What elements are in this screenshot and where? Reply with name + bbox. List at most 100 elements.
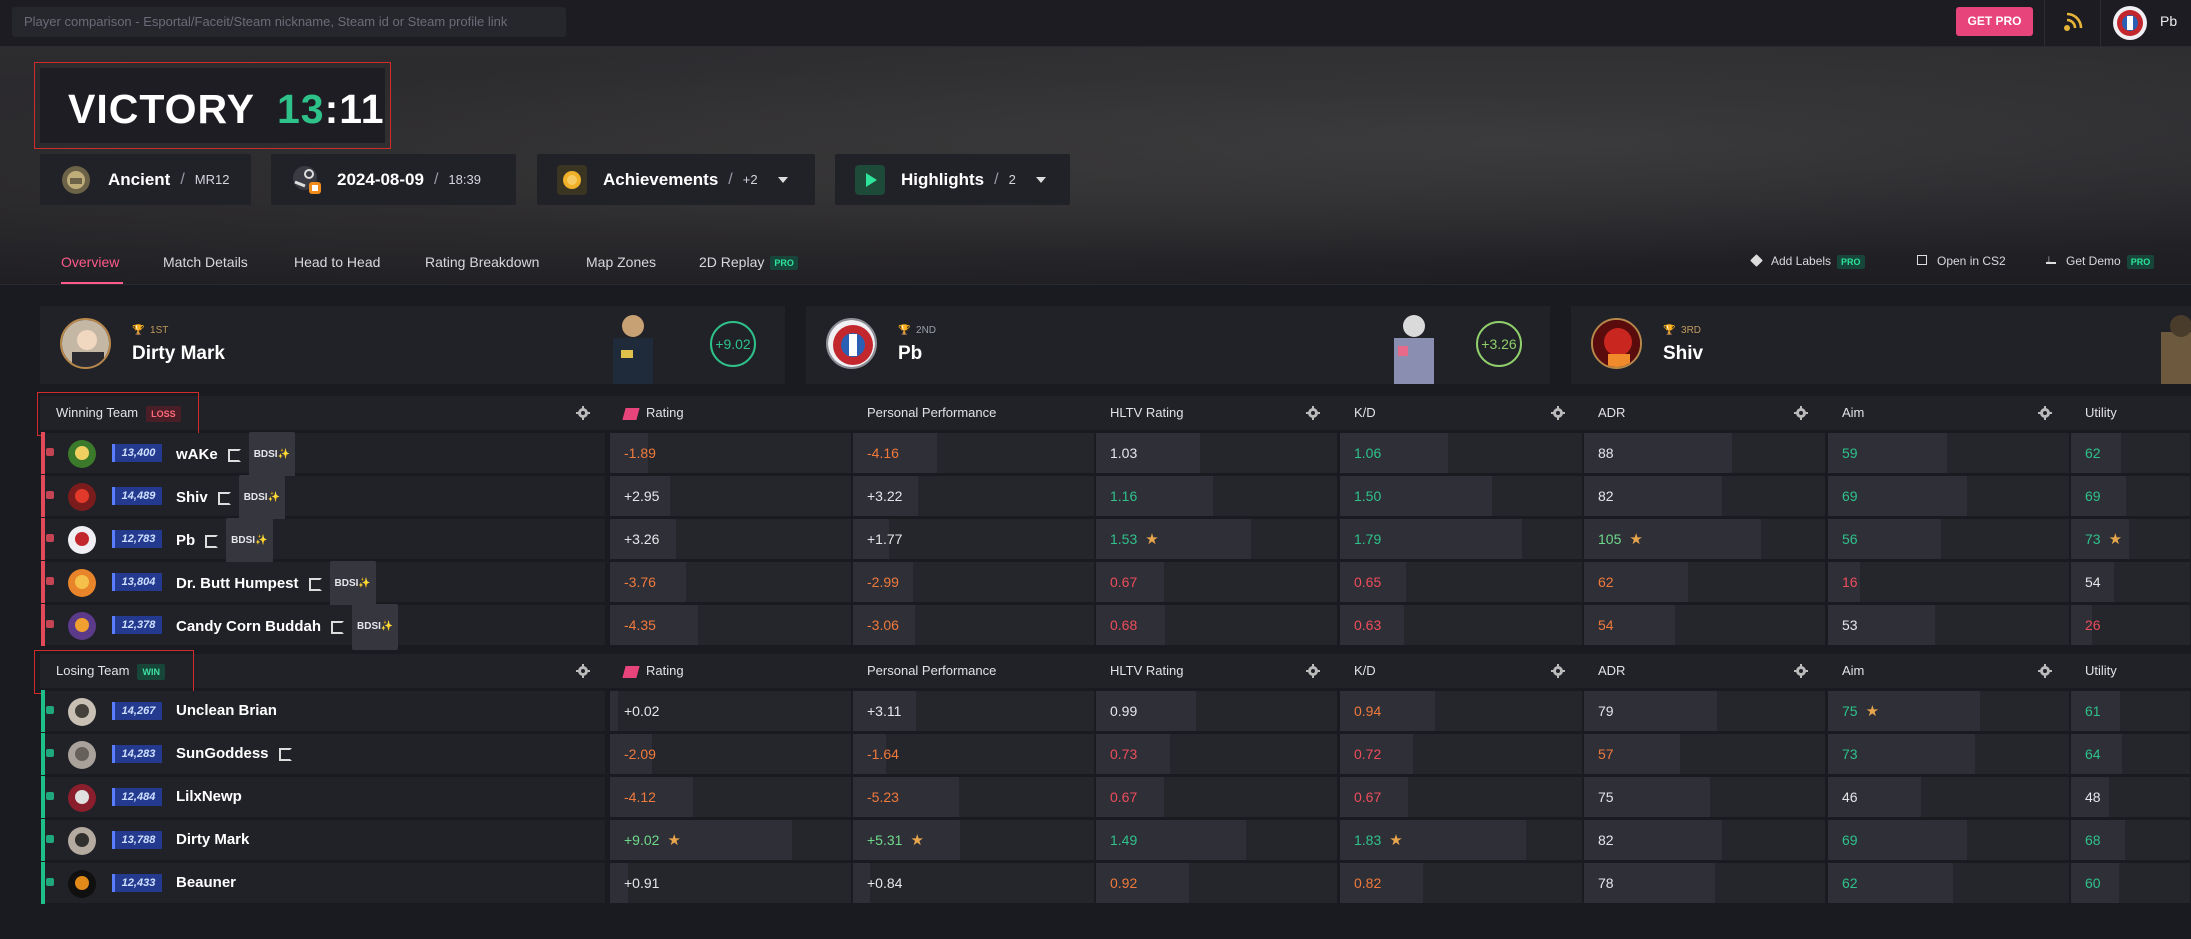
column-header-adr[interactable]: ADR: [1598, 396, 1625, 430]
player-name[interactable]: Candy Corn Buddah BDSI✨: [176, 604, 399, 650]
column-header-adr[interactable]: ADR: [1598, 654, 1625, 688]
player-row[interactable]: 14,283 SunGoddess -2.09 -1.64 0.73 0.72 57 73 64: [0, 733, 2191, 775]
gear-icon[interactable]: [576, 664, 590, 678]
add-labels-button[interactable]: Add Labels PRO: [1750, 254, 1865, 269]
get-pro-button[interactable]: GET PRO: [1956, 7, 2033, 36]
live-broadcast-icon[interactable]: [2060, 11, 2086, 35]
player-avatar[interactable]: [68, 612, 96, 640]
tab-overview[interactable]: Overview: [61, 254, 119, 270]
tab-head-to-head[interactable]: Head to Head: [294, 254, 380, 270]
player-avatar[interactable]: [68, 827, 96, 855]
user-name[interactable]: Pb: [2160, 13, 2177, 29]
tab-match-details[interactable]: Match Details: [163, 254, 248, 270]
gear-icon[interactable]: [1306, 406, 1320, 420]
team-side-icon: [46, 534, 54, 542]
user-avatar[interactable]: [2113, 6, 2147, 40]
stat-value: 0.65: [1354, 561, 1381, 603]
player-row[interactable]: 12,484 LilxNewp -4.12 -5.23 0.67 0.67 75 46 48: [0, 776, 2191, 818]
gear-icon[interactable]: [1551, 406, 1565, 420]
gear-icon[interactable]: [1306, 664, 1320, 678]
player-row[interactable]: 12,783 Pb BDSI✨ +3.26 +1.77 1.53 ★ 1.79 105 ★ 56 73…: [0, 518, 2191, 564]
stat-value: -1.89: [624, 432, 656, 474]
gear-icon[interactable]: [1794, 664, 1808, 678]
star-icon: ★: [1865, 703, 1880, 720]
match-mode: MR12: [194, 172, 230, 187]
player-name-label: Dr. Butt Humpest: [176, 574, 299, 592]
highlights-dropdown[interactable]: Highlights / 2: [835, 154, 1070, 205]
tag-icon: [1750, 254, 1763, 267]
stat-value-text: +0.91: [624, 875, 660, 891]
tab-map-zones[interactable]: Map Zones: [586, 254, 656, 270]
team-header: Losing Team WIN Rating Personal Performance…: [40, 654, 2191, 688]
faceit-icon[interactable]: [217, 491, 231, 505]
column-header-hltv[interactable]: HLTV Rating: [1110, 396, 1183, 430]
top-player-card[interactable]: 🏆 3RD Shiv: [1571, 306, 2191, 384]
player-name[interactable]: Unclean Brian: [176, 690, 277, 732]
player-name[interactable]: LilxNewp: [176, 776, 242, 818]
player-avatar[interactable]: [68, 784, 96, 812]
player-row[interactable]: 14,489 Shiv BDSI✨ +2.95 +3.22 1.16 1.50 82 69 69: [0, 475, 2191, 521]
column-header-personal[interactable]: Personal Performance: [867, 654, 996, 688]
player-name[interactable]: Dirty Mark: [176, 819, 249, 861]
column-header-rating[interactable]: Rating: [622, 396, 684, 430]
player-name[interactable]: SunGoddess: [176, 733, 292, 775]
steam-icon: [293, 165, 321, 194]
player-row[interactable]: 12,378 Candy Corn Buddah BDSI✨ -4.35 -3.06 0.…: [0, 604, 2191, 650]
column-header-utility[interactable]: Utility: [2085, 396, 2117, 430]
player-avatar[interactable]: [68, 569, 96, 597]
faceit-icon[interactable]: [278, 747, 292, 761]
get-demo-button[interactable]: ↓ Get Demo PRO: [2046, 252, 2155, 269]
stat-cell-personal: +3.22: [853, 475, 1095, 517]
agent-figure-icon: [1394, 315, 1434, 384]
player-name[interactable]: Dr. Butt Humpest BDSI✨: [176, 561, 376, 607]
stat-value-text: 75: [1598, 789, 1614, 805]
column-header-aim[interactable]: Aim: [1842, 654, 1864, 688]
column-header-rating[interactable]: Rating: [622, 654, 684, 688]
gear-icon[interactable]: [576, 406, 590, 420]
player-name[interactable]: Beauner: [176, 862, 236, 904]
player-avatar[interactable]: [68, 526, 96, 554]
stat-cell-hltv: 1.53 ★: [1096, 518, 1338, 560]
tab-2d-replay[interactable]: 2D Replay PRO: [699, 254, 798, 271]
bdsi-badge: BDSI✨: [352, 604, 399, 650]
column-header-personal[interactable]: Personal Performance: [867, 396, 996, 430]
column-header-kd[interactable]: K/D: [1354, 654, 1376, 688]
faceit-icon[interactable]: [205, 534, 219, 548]
player-name[interactable]: wAKe BDSI✨: [176, 432, 296, 478]
gear-icon[interactable]: [1794, 406, 1808, 420]
player-avatar[interactable]: [68, 741, 96, 769]
player-avatar[interactable]: [68, 870, 96, 898]
stat-cell-aim: 69: [1828, 819, 2070, 861]
gear-icon[interactable]: [1551, 664, 1565, 678]
player-avatar[interactable]: [68, 483, 96, 511]
team-side-icon: [46, 620, 54, 628]
player-row[interactable]: 13,804 Dr. Butt Humpest BDSI✨ -3.76 -2.99 0.6…: [0, 561, 2191, 607]
stat-value-text: 79: [1598, 703, 1614, 719]
top-player-card[interactable]: 🏆 2ND Pb +3.26: [806, 306, 1550, 384]
faceit-icon[interactable]: [227, 448, 241, 462]
stat-value-text: 1.50: [1354, 488, 1382, 504]
player-row[interactable]: 13,400 wAKe BDSI✨ -1.89 -4.16 1.03 1.06 88 59 62: [0, 432, 2191, 478]
top-player-card[interactable]: 🏆 1ST Dirty Mark +9.02: [40, 306, 785, 384]
column-header-aim[interactable]: Aim: [1842, 396, 1864, 430]
player-avatar[interactable]: [68, 698, 96, 726]
player-avatar[interactable]: [68, 440, 96, 468]
achievements-dropdown[interactable]: Achievements / +2: [537, 154, 815, 205]
stat-value: 46: [1842, 776, 1858, 818]
faceit-icon[interactable]: [308, 577, 322, 591]
tab-rating-breakdown[interactable]: Rating Breakdown: [425, 254, 539, 270]
player-row[interactable]: 12,433 Beauner +0.91 +0.84 0.92 0.82 78 62 60: [0, 862, 2191, 904]
gear-icon[interactable]: [2038, 664, 2052, 678]
player-name[interactable]: Pb BDSI✨: [176, 518, 273, 564]
player-row[interactable]: 13,788 Dirty Mark +9.02 ★ +5.31 ★ 1.49 1.83 ★ 82 6…: [0, 819, 2191, 861]
gear-icon[interactable]: [2038, 406, 2052, 420]
player-name[interactable]: Shiv BDSI✨: [176, 475, 286, 521]
stat-cell-personal: -4.16: [853, 432, 1095, 474]
column-header-kd[interactable]: K/D: [1354, 396, 1376, 430]
faceit-icon[interactable]: [331, 620, 344, 634]
player-search-input[interactable]: [12, 7, 566, 37]
column-header-utility[interactable]: Utility: [2085, 654, 2117, 688]
column-header-hltv[interactable]: HLTV Rating: [1110, 654, 1183, 688]
open-in-cs2-button[interactable]: Open in CS2: [1917, 254, 2006, 268]
player-row[interactable]: 14,267 Unclean Brian +0.02 +3.11 0.99 0.94 79 7…: [0, 690, 2191, 732]
